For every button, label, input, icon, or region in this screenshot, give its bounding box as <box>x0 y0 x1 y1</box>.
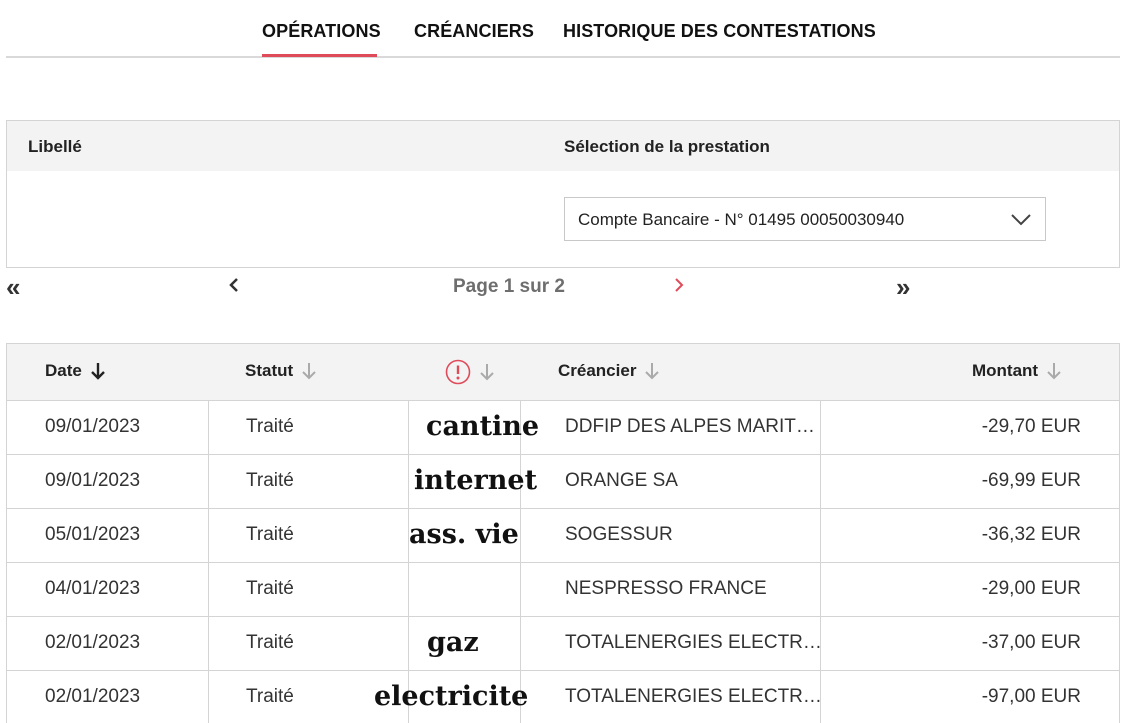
column-creancier[interactable]: Créancier <box>558 361 660 381</box>
row-date: 09/01/2023 <box>45 470 141 491</box>
first-page-button[interactable]: « <box>6 274 20 300</box>
row-date: 09/01/2023 <box>45 416 141 437</box>
previous-page-button[interactable] <box>228 278 240 292</box>
row-amount: -97,00 EUR <box>981 686 1081 707</box>
row-amount: -29,70 EUR <box>981 416 1081 437</box>
row-date: 05/01/2023 <box>45 524 141 545</box>
prestation-label: Sélection de la prestation <box>564 137 770 156</box>
tab-creanciers[interactable]: CRÉANCIERS <box>414 21 534 42</box>
row-amount: -69,99 EUR <box>981 470 1081 491</box>
sort-arrow-down-icon <box>1047 363 1061 380</box>
column-alert[interactable] <box>445 359 495 385</box>
sort-arrow-down-icon <box>480 364 494 381</box>
table-row[interactable]: 09/01/2023 Traité cantine DDFIP DES ALPE… <box>7 400 1119 454</box>
row-status: Traité <box>246 632 294 653</box>
row-creditor: SOGESSUR <box>565 524 673 545</box>
row-creditor: NESPRESSO FRANCE <box>565 578 767 599</box>
filter-header: Libellé Sélection de la prestation <box>7 121 1119 171</box>
prestation-select[interactable]: Compte Bancaire - N° 01495 00050030940 <box>564 197 1046 241</box>
tab-operations[interactable]: OPÉRATIONS <box>262 21 381 42</box>
page-indicator: Page 1 sur 2 <box>453 276 565 297</box>
last-page-button[interactable]: » <box>896 274 910 300</box>
filter-panel: Libellé Sélection de la prestation Compt… <box>6 120 1120 268</box>
row-status: Traité <box>246 470 294 491</box>
table-row[interactable]: 05/01/2023 Traité ass. vie SOGESSUR -36,… <box>7 508 1119 562</box>
exclamation-circle-icon <box>445 359 471 385</box>
prestation-select-value: Compte Bancaire - N° 01495 00050030940 <box>578 210 905 229</box>
active-tab-indicator <box>262 54 377 57</box>
row-note: cantine <box>426 411 540 442</box>
column-montant-label: Montant <box>972 361 1039 380</box>
column-statut-label: Statut <box>245 361 294 380</box>
next-page-button[interactable] <box>673 278 685 292</box>
row-creditor: TOTALENERGIES ELECTR… <box>565 632 822 653</box>
chevron-down-icon <box>1011 214 1031 226</box>
row-note: electricite <box>374 681 529 712</box>
column-date-label: Date <box>45 361 82 380</box>
row-creditor: DDFIP DES ALPES MARIT… <box>565 416 815 437</box>
row-note: internet <box>414 465 538 496</box>
row-status: Traité <box>246 686 294 707</box>
row-amount: -29,00 EUR <box>981 578 1081 599</box>
operations-table: Date Statut Créancier Montant 09/01/2023… <box>6 343 1120 723</box>
tab-bar: OPÉRATIONS CRÉANCIERS HISTORIQUE DES CON… <box>6 0 1120 58</box>
table-row[interactable]: 02/01/2023 Traité electricite TOTALENERG… <box>7 670 1119 723</box>
column-date[interactable]: Date <box>45 361 106 381</box>
table-header: Date Statut Créancier Montant <box>7 344 1119 400</box>
row-amount: -36,32 EUR <box>981 524 1081 545</box>
table-row[interactable]: 09/01/2023 Traité internet ORANGE SA -69… <box>7 454 1119 508</box>
column-creancier-label: Créancier <box>558 361 637 380</box>
row-note: ass. vie <box>409 519 519 550</box>
tab-historique-contestations[interactable]: HISTORIQUE DES CONTESTATIONS <box>563 21 876 42</box>
sort-arrow-down-icon <box>302 363 316 380</box>
row-date: 02/01/2023 <box>45 632 141 653</box>
libelle-label: Libellé <box>28 137 82 156</box>
sort-arrow-down-icon <box>91 363 105 380</box>
sort-arrow-down-icon <box>645 363 660 380</box>
column-statut[interactable]: Statut <box>245 361 317 381</box>
row-status: Traité <box>246 416 294 437</box>
row-note: gaz <box>427 627 479 658</box>
row-creditor: TOTALENERGIES ELECTR… <box>565 686 822 707</box>
row-status: Traité <box>246 524 294 545</box>
row-creditor: ORANGE SA <box>565 470 678 491</box>
table-row[interactable]: 02/01/2023 Traité gaz TOTALENERGIES ELEC… <box>7 616 1119 670</box>
column-montant[interactable]: Montant <box>972 361 1062 381</box>
row-date: 04/01/2023 <box>45 578 141 599</box>
row-amount: -37,00 EUR <box>981 632 1081 653</box>
row-status: Traité <box>246 578 294 599</box>
row-date: 02/01/2023 <box>45 686 141 707</box>
table-row[interactable]: 04/01/2023 Traité NESPRESSO FRANCE -29,0… <box>7 562 1119 616</box>
